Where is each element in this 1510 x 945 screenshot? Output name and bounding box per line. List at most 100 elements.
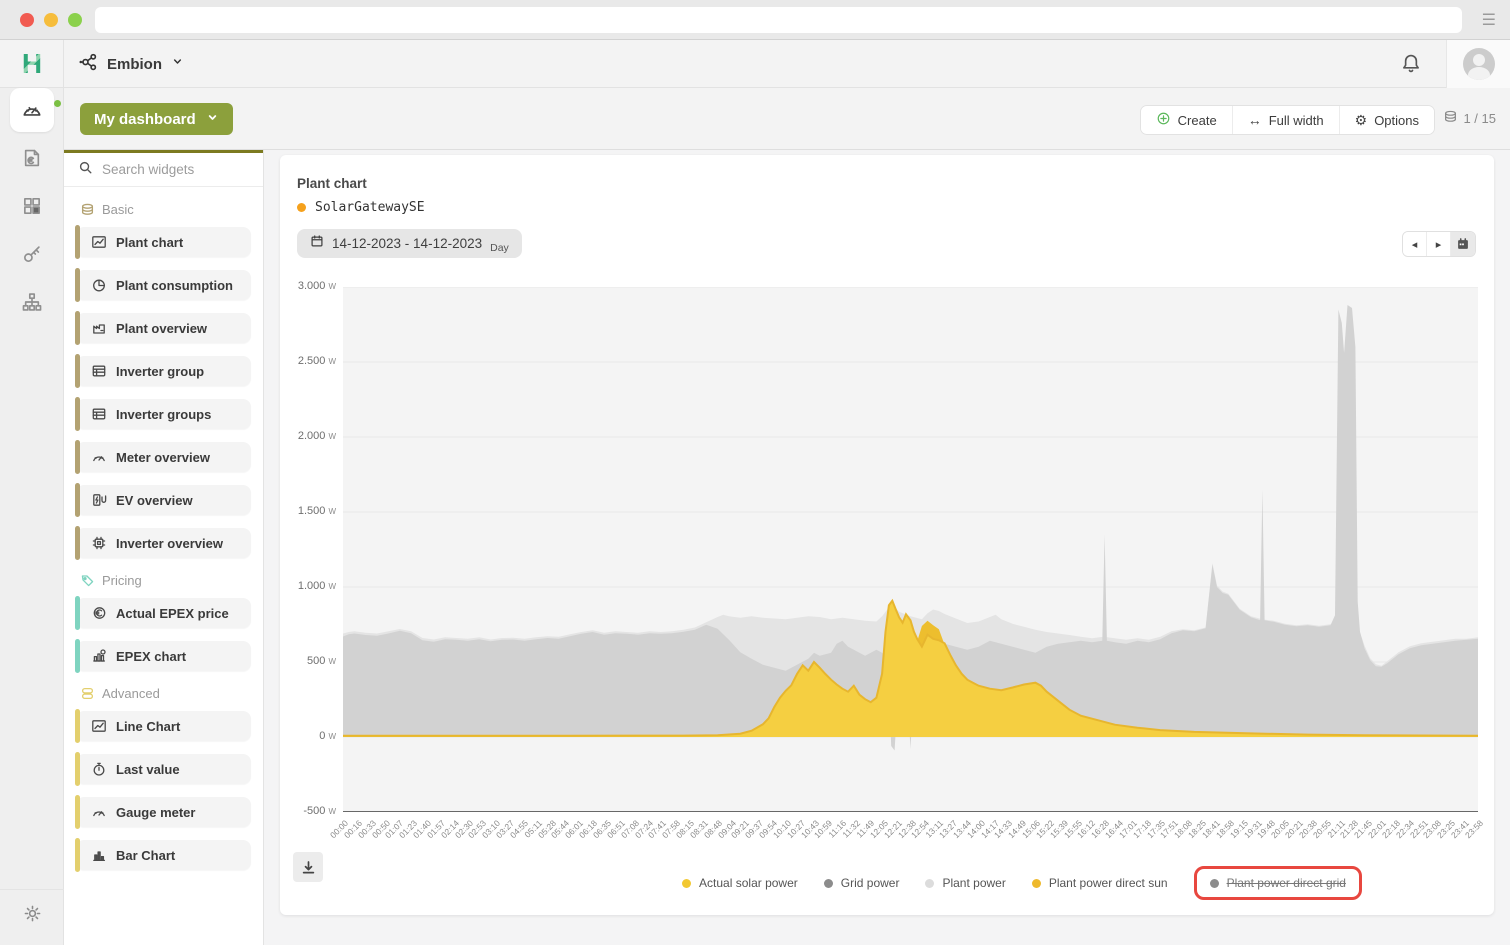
- legend-item-plant-power[interactable]: Plant power: [925, 876, 1005, 890]
- widget-item-plant-consumption[interactable]: Plant consumption: [76, 270, 251, 300]
- device-name: SolarGatewaySE: [315, 200, 425, 215]
- window-minimize-button[interactable]: [44, 13, 58, 27]
- plus-circle-icon: [1156, 111, 1171, 126]
- device-status-dot: [297, 203, 306, 212]
- table-list-icon: [91, 406, 107, 422]
- device-row: SolarGatewaySE: [297, 200, 425, 215]
- widget-item-meter-overview[interactable]: Meter overview: [76, 442, 251, 472]
- plant-chart-widget: Plant chart SolarGatewaySE 14-12-2023 - …: [280, 155, 1494, 915]
- page-indicator[interactable]: 1 / 15: [1443, 109, 1496, 127]
- rail-item-dashboard[interactable]: [0, 88, 64, 136]
- legend-dot: [682, 879, 691, 888]
- window-close-button[interactable]: [20, 13, 34, 27]
- area-chart: [343, 287, 1478, 812]
- y-tick-label: -500 W: [284, 805, 336, 817]
- widget-item-gauge-meter[interactable]: Gauge meter: [76, 797, 251, 827]
- search-input[interactable]: [102, 162, 242, 177]
- key-icon: [21, 243, 43, 265]
- legend-dot: [925, 879, 934, 888]
- widget-search: [64, 150, 263, 187]
- next-period-button[interactable]: ▸: [1427, 232, 1451, 256]
- widget-item-epex-chart[interactable]: EPEX chart: [76, 641, 251, 671]
- date-nav-group: ◂ ▸: [1402, 231, 1476, 257]
- y-tick-label: 2.000 W: [284, 430, 336, 442]
- toolbar-actions: Create ↔ Full width ⚙ Options: [1140, 105, 1435, 135]
- y-tick-label: 3.000 W: [284, 280, 336, 292]
- date-granularity: Day: [490, 242, 509, 258]
- browser-chrome: ☰: [0, 0, 1510, 40]
- sitemap-icon: [21, 291, 43, 313]
- chart-legend: Actual solar power Grid power Plant power P…: [570, 858, 1474, 908]
- widget-title: Plant chart: [297, 176, 367, 191]
- network-icon: [78, 52, 98, 77]
- download-button[interactable]: [293, 852, 323, 882]
- widget-item-inverter-groups[interactable]: Inverter groups: [76, 399, 251, 429]
- calendar-button[interactable]: [1451, 232, 1475, 256]
- arrows-horizontal-icon: ↔: [1248, 112, 1262, 128]
- create-button[interactable]: Create: [1141, 106, 1233, 134]
- widget-item-actual-epex-price[interactable]: Actual EPEX price: [76, 598, 251, 628]
- network-icon: [78, 52, 98, 72]
- settings-button[interactable]: [0, 889, 64, 937]
- chip-icon: [91, 535, 107, 551]
- stopwatch-icon: [91, 761, 107, 777]
- widget-item-bar-chart[interactable]: Bar Chart: [76, 840, 251, 870]
- plus-circle-icon: [1156, 111, 1171, 129]
- legend-dot: [1032, 879, 1041, 888]
- url-bar[interactable]: [95, 7, 1462, 33]
- legend-item-plant-power-direct-grid[interactable]: Plant power direct grid: [1210, 876, 1346, 890]
- widget-item-plant-chart[interactable]: Plant chart: [76, 227, 251, 257]
- stack-icon: [80, 686, 95, 701]
- dashboard-selector-button[interactable]: My dashboard: [80, 103, 233, 135]
- search-icon: [78, 160, 93, 175]
- chart-coins-icon: [91, 648, 107, 664]
- gauge-icon: [91, 449, 107, 465]
- widget-item-line-chart[interactable]: Line Chart: [76, 711, 251, 741]
- chevron-down-icon: [206, 111, 219, 128]
- app-header: H Embion: [0, 40, 1510, 88]
- widget-item-inverter-overview[interactable]: Inverter overview: [76, 528, 251, 558]
- app-logo[interactable]: H: [0, 40, 64, 88]
- rail-item-billing[interactable]: [0, 136, 64, 184]
- rail-item-access-keys[interactable]: [0, 232, 64, 280]
- date-range-picker[interactable]: 14-12-2023 - 14-12-2023 Day: [297, 229, 522, 258]
- full-width-button[interactable]: ↔ Full width: [1233, 106, 1340, 134]
- chart-plot-area[interactable]: [343, 287, 1478, 812]
- layers-icon: [1443, 109, 1458, 124]
- notifications-button[interactable]: [1400, 52, 1422, 79]
- table-list-icon: [91, 363, 107, 379]
- gear-icon: ⚙: [1355, 112, 1368, 129]
- line-chart-icon: [91, 234, 107, 250]
- prev-period-button[interactable]: ◂: [1403, 232, 1427, 256]
- annotation-highlight-box: Plant power direct grid: [1194, 866, 1362, 900]
- options-button[interactable]: ⚙ Options: [1340, 106, 1434, 134]
- chevron-down-icon: [171, 55, 184, 73]
- coins-euro-icon: [91, 605, 107, 621]
- section-header-basic: Basic: [80, 202, 247, 217]
- section-header-pricing: Pricing: [80, 573, 247, 588]
- bar-chart-icon: [91, 847, 107, 863]
- widget-item-ev-overview[interactable]: EV overview: [76, 485, 251, 515]
- dashboard-title: My dashboard: [94, 111, 196, 128]
- legend-item-grid-power[interactable]: Grid power: [824, 876, 900, 890]
- widget-item-plant-overview[interactable]: Plant overview: [76, 313, 251, 343]
- dashboard-canvas: Plant chart SolarGatewaySE 14-12-2023 - …: [264, 150, 1510, 945]
- window-zoom-button[interactable]: [68, 13, 82, 27]
- legend-item-actual-solar-power[interactable]: Actual solar power: [682, 876, 798, 890]
- avatar[interactable]: [1463, 48, 1495, 80]
- widget-item-last-value[interactable]: Last value: [76, 754, 251, 784]
- dashboard-toolbar: My dashboard Create ↔ Full width ⚙ Optio…: [64, 88, 1510, 150]
- nav-rail: [0, 88, 64, 945]
- rail-item-widgets[interactable]: [0, 184, 64, 232]
- y-tick-label: 500 W: [284, 655, 336, 667]
- menu-icon[interactable]: ☰: [1482, 10, 1496, 30]
- widget-item-inverter-group[interactable]: Inverter group: [76, 356, 251, 386]
- legend-dot: [1210, 879, 1219, 888]
- legend-dot: [824, 879, 833, 888]
- pie-chart-icon: [91, 277, 107, 293]
- rail-item-hierarchy[interactable]: [0, 280, 64, 328]
- calendar-icon: [310, 234, 324, 248]
- legend-item-plant-power-direct-sun[interactable]: Plant power direct sun: [1032, 876, 1168, 890]
- chevron-down-icon: [171, 55, 184, 68]
- org-switcher[interactable]: Embion: [78, 40, 184, 88]
